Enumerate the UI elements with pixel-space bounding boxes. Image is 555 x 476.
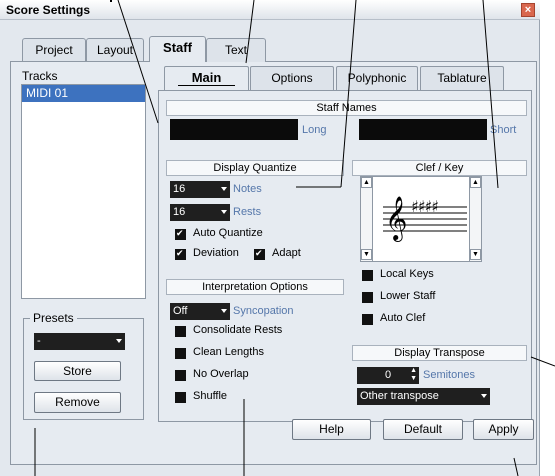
callout-lines [34,0,555,476]
